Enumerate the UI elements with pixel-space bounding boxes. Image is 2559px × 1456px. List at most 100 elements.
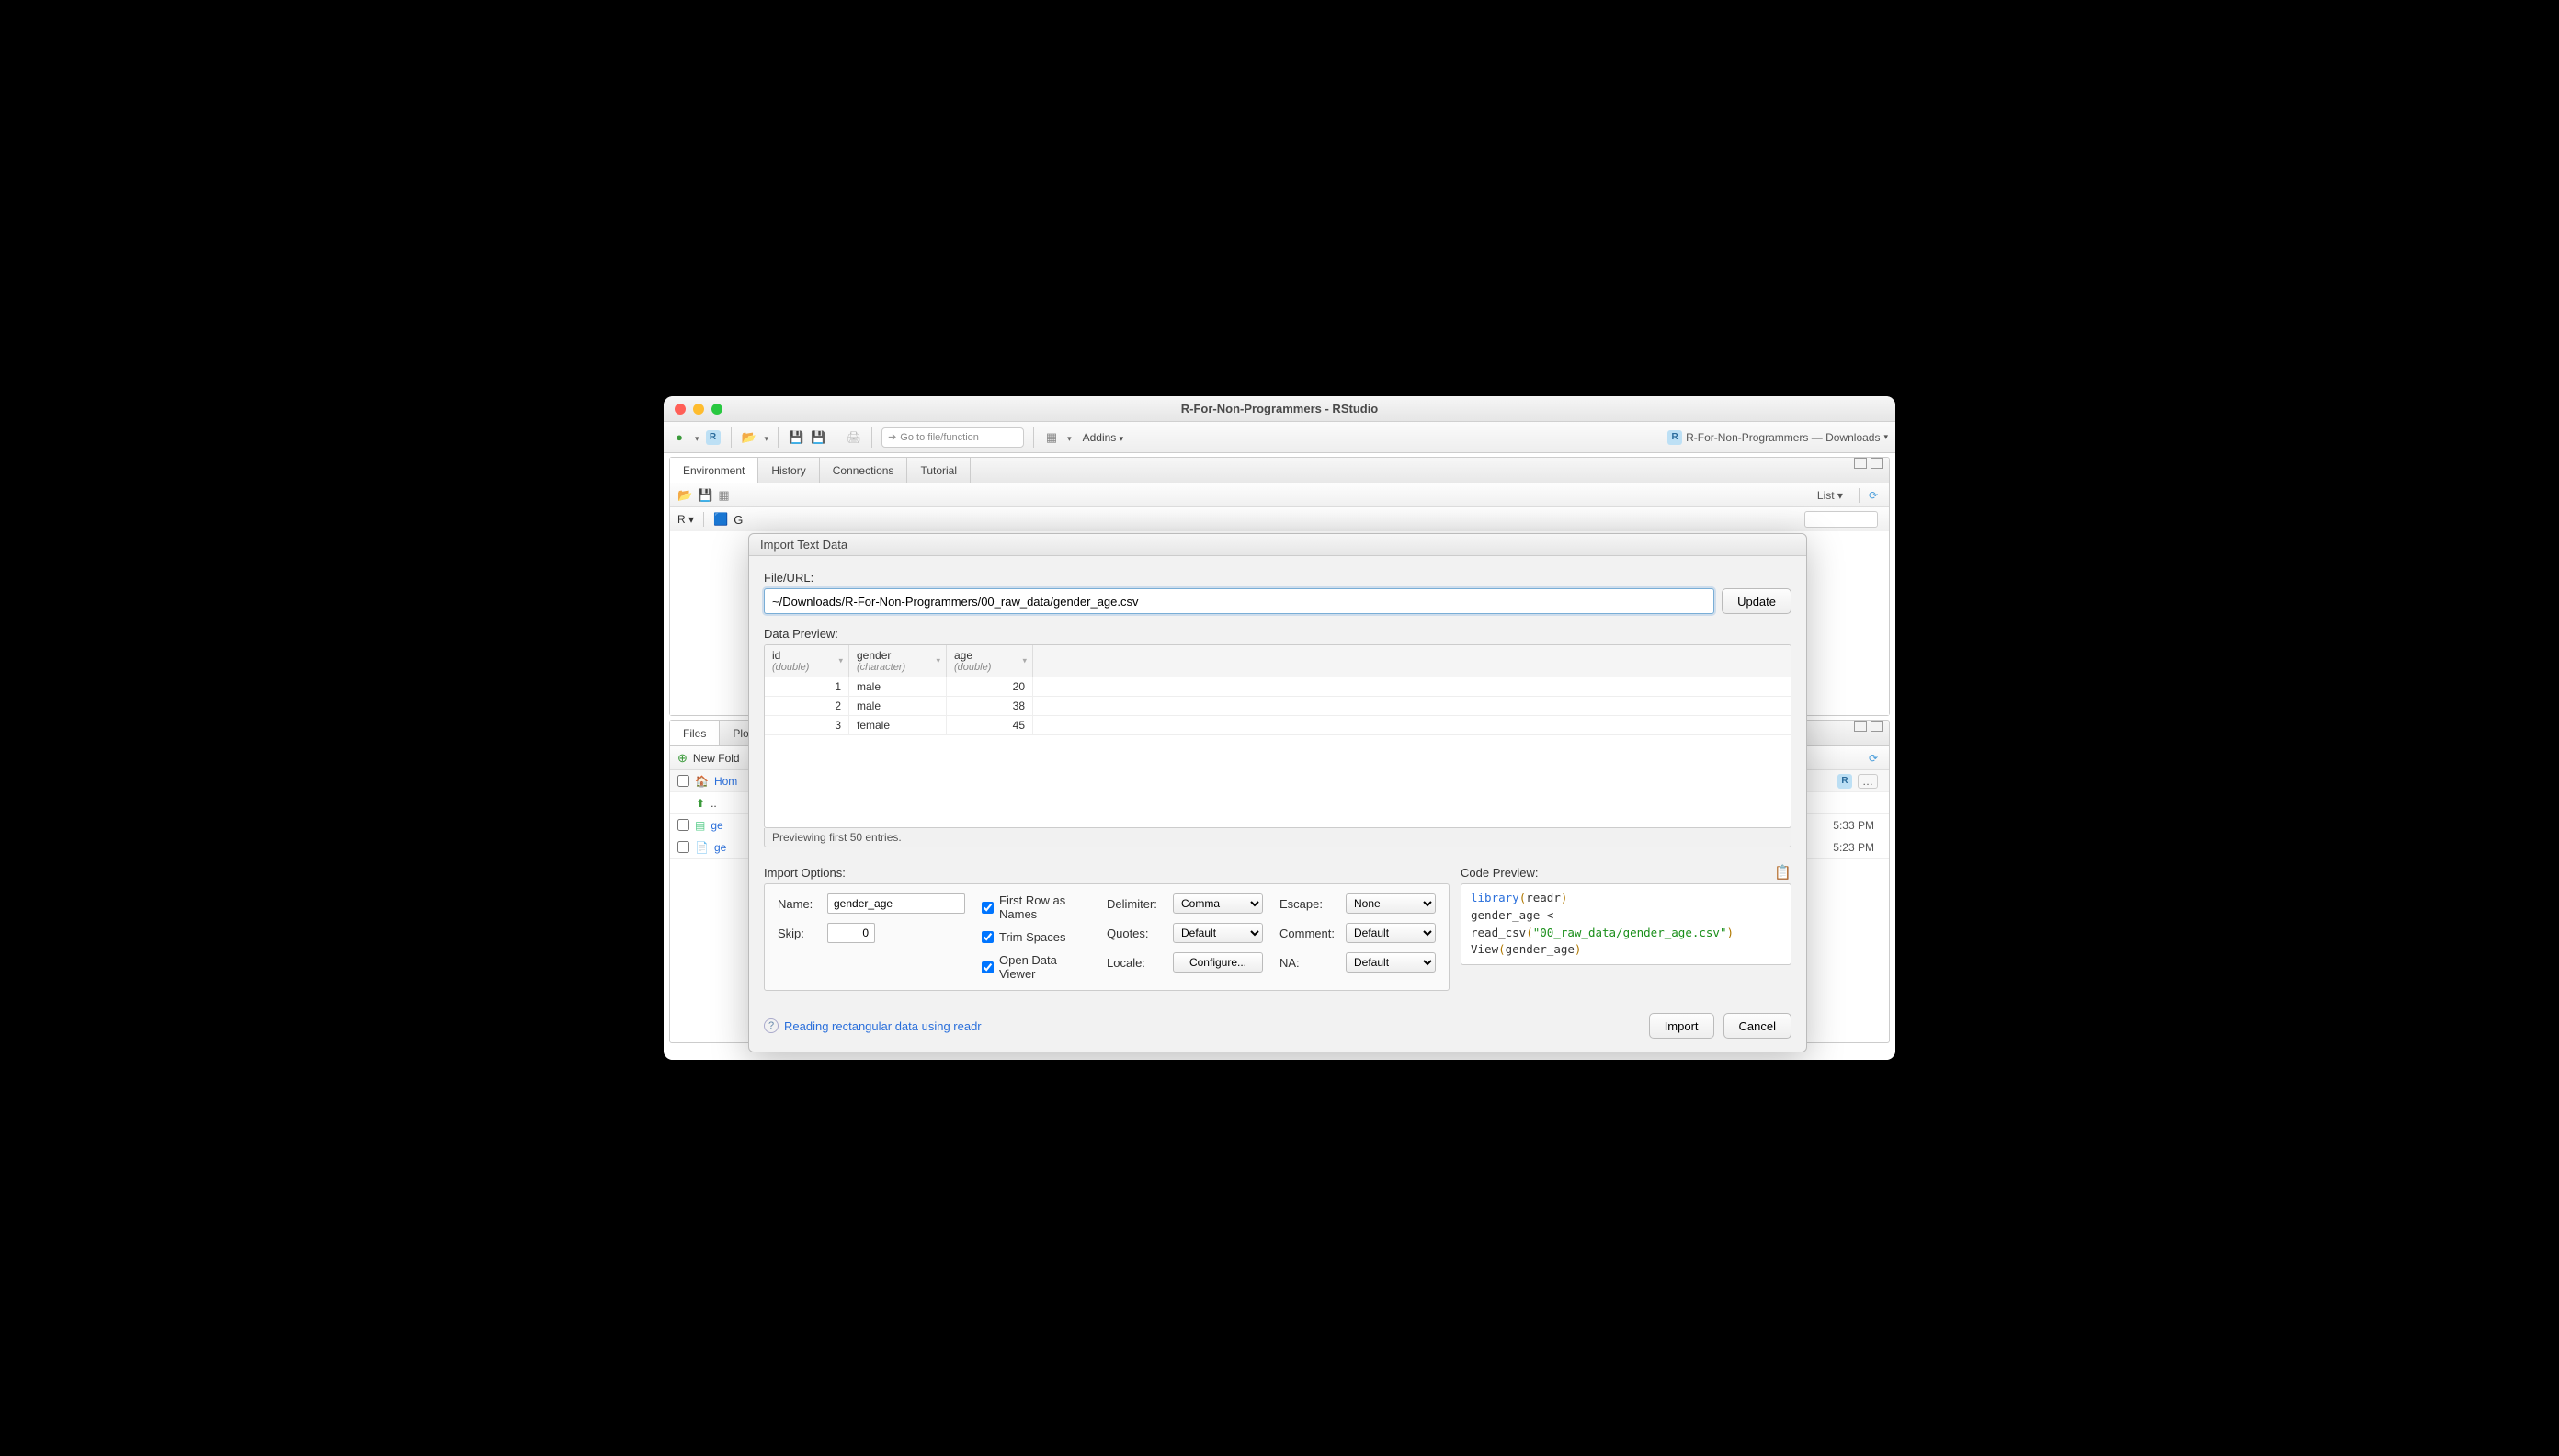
up-directory-icon[interactable]: ⬆ <box>696 797 705 810</box>
open-data-viewer-checkbox[interactable]: Open Data Viewer <box>982 953 1090 981</box>
dialog-title: Import Text Data <box>749 534 1806 556</box>
save-icon[interactable]: 💾 <box>788 429 804 446</box>
grid-icon[interactable]: ▦ <box>1043 429 1060 446</box>
trim-spaces-checkbox[interactable]: Trim Spaces <box>982 930 1090 944</box>
new-folder-label[interactable]: New Fold <box>693 752 740 765</box>
quotes-select[interactable]: Default <box>1173 923 1263 943</box>
locale-configure-button[interactable]: Configure... <box>1173 952 1263 973</box>
main-toolbar: ● R 📂 💾 💾 🖨 ➔ Go to file/function ▦ Addi… <box>664 422 1895 453</box>
tab-tutorial[interactable]: Tutorial <box>907 458 971 483</box>
r-scope-label[interactable]: R ▾ <box>677 513 694 526</box>
name-label: Name: <box>778 897 820 911</box>
first-row-checkbox[interactable]: First Row as Names <box>982 893 1090 921</box>
chevron-down-icon[interactable]: ▾ <box>1022 656 1027 666</box>
tab-history[interactable]: History <box>758 458 819 483</box>
files-pane-maximize-icon[interactable] <box>1871 721 1883 732</box>
titlebar: R-For-Non-Programmers - RStudio <box>664 396 1895 422</box>
home-icon[interactable]: 🏠 <box>695 775 709 788</box>
open-recent-dropdown[interactable] <box>763 430 769 444</box>
global-env-label[interactable]: G <box>734 513 743 527</box>
goto-file-function-input[interactable]: ➔ Go to file/function <box>881 427 1024 448</box>
file-checkbox[interactable] <box>677 819 689 831</box>
chevron-down-icon[interactable]: ▾ <box>936 656 940 666</box>
data-preview-label: Data Preview: <box>764 627 1791 641</box>
print-icon[interactable]: 🖨 <box>846 429 862 446</box>
table-row: 2 male 38 <box>765 697 1791 716</box>
comment-select[interactable]: Default <box>1346 923 1436 943</box>
tab-connections[interactable]: Connections <box>820 458 908 483</box>
file-url-input[interactable] <box>764 588 1714 614</box>
name-input[interactable] <box>827 893 965 914</box>
new-file-dropdown[interactable] <box>693 430 699 444</box>
files-pane-minimize-icon[interactable] <box>1854 721 1867 732</box>
column-header-id[interactable]: id (double) ▾ <box>765 645 849 677</box>
locale-label: Locale: <box>1107 956 1166 970</box>
na-select[interactable]: Default <box>1346 952 1436 973</box>
files-select-all-checkbox[interactable] <box>677 775 689 787</box>
pane-minimize-icon[interactable] <box>1854 458 1867 469</box>
clipboard-icon[interactable]: 📋 <box>1774 864 1791 881</box>
files-more-button[interactable]: … <box>1858 774 1878 789</box>
file-url-label: File/URL: <box>764 571 1791 585</box>
minimize-window-button[interactable] <box>693 404 704 415</box>
goto-placeholder: Go to file/function <box>900 432 979 443</box>
quotes-label: Quotes: <box>1107 927 1166 940</box>
list-view-toggle[interactable]: List ▾ <box>1811 487 1849 504</box>
up-directory-label[interactable]: .. <box>711 797 717 810</box>
skip-input[interactable] <box>827 923 875 943</box>
file-checkbox[interactable] <box>677 841 689 853</box>
close-window-button[interactable] <box>675 404 686 415</box>
na-label: NA: <box>1280 956 1338 970</box>
file-name[interactable]: ge <box>711 819 722 832</box>
save-all-icon[interactable]: 💾 <box>810 429 826 446</box>
new-folder-icon[interactable]: ⊕ <box>677 751 688 766</box>
tab-files[interactable]: Files <box>670 721 720 745</box>
import-button[interactable]: Import <box>1649 1013 1714 1039</box>
delimiter-select[interactable]: Comma <box>1173 893 1263 914</box>
import-options-label: Import Options: <box>764 866 1450 880</box>
dataset-file-icon: ▤ <box>695 819 705 832</box>
environment-search-input[interactable] <box>1804 511 1878 528</box>
help-icon: ? <box>764 1018 779 1033</box>
save-workspace-icon[interactable]: 💾 <box>698 488 712 503</box>
chevron-down-icon[interactable]: ▾ <box>838 656 843 666</box>
file-modified-time: 5:23 PM <box>1833 841 1882 854</box>
goto-arrow-icon: ➔ <box>888 431 896 443</box>
column-header-gender[interactable]: gender (character) ▾ <box>849 645 947 677</box>
delimiter-label: Delimiter: <box>1107 897 1166 911</box>
global-env-icon[interactable]: 🟦 <box>713 512 728 527</box>
files-refresh-icon[interactable]: ⟳ <box>1869 752 1878 765</box>
code-preview-label: Code Preview: <box>1461 866 1539 880</box>
addins-menu[interactable]: Addins ▾ <box>1083 431 1124 444</box>
update-button[interactable]: Update <box>1722 588 1791 614</box>
import-text-data-dialog: Import Text Data File/URL: Update Data P… <box>748 533 1807 1052</box>
cancel-button[interactable]: Cancel <box>1723 1013 1791 1039</box>
pane-maximize-icon[interactable] <box>1871 458 1883 469</box>
new-project-icon[interactable]: R <box>705 429 722 446</box>
refresh-icon[interactable]: ⟳ <box>1869 489 1878 502</box>
file-modified-time: 5:33 PM <box>1833 819 1882 832</box>
open-file-icon[interactable]: 📂 <box>741 429 757 446</box>
grid-dropdown[interactable] <box>1065 430 1072 444</box>
import-dataset-icon[interactable]: ▦ <box>718 488 729 503</box>
comment-label: Comment: <box>1280 927 1338 940</box>
data-preview-table: id (double) ▾ gender (character) ▾ age (… <box>764 644 1791 828</box>
load-workspace-icon[interactable]: 📂 <box>677 488 692 503</box>
project-dropdown[interactable]: ▾ <box>1883 432 1888 442</box>
project-indicator-icon[interactable]: R <box>1837 774 1852 789</box>
traffic-lights <box>664 404 722 415</box>
column-header-age[interactable]: age (double) ▾ <box>947 645 1033 677</box>
rstudio-window: R-For-Non-Programmers - RStudio ● R 📂 💾 … <box>664 396 1895 1060</box>
maximize-window-button[interactable] <box>711 404 722 415</box>
project-label[interactable]: R-For-Non-Programmers — Downloads <box>1686 431 1880 444</box>
file-name[interactable]: ge <box>714 841 726 854</box>
preview-status-text: Previewing first 50 entries. <box>764 828 1791 847</box>
tab-environment[interactable]: Environment <box>670 458 758 483</box>
help-link[interactable]: ? Reading rectangular data using readr <box>764 1018 982 1033</box>
new-file-icon[interactable]: ● <box>671 429 688 446</box>
escape-label: Escape: <box>1280 897 1338 911</box>
escape-select[interactable]: None <box>1346 893 1436 914</box>
table-row: 1 male 20 <box>765 677 1791 697</box>
breadcrumb-home[interactable]: Hom <box>714 775 737 788</box>
code-preview[interactable]: library(readr) gender_age <- read_csv("0… <box>1461 883 1791 965</box>
